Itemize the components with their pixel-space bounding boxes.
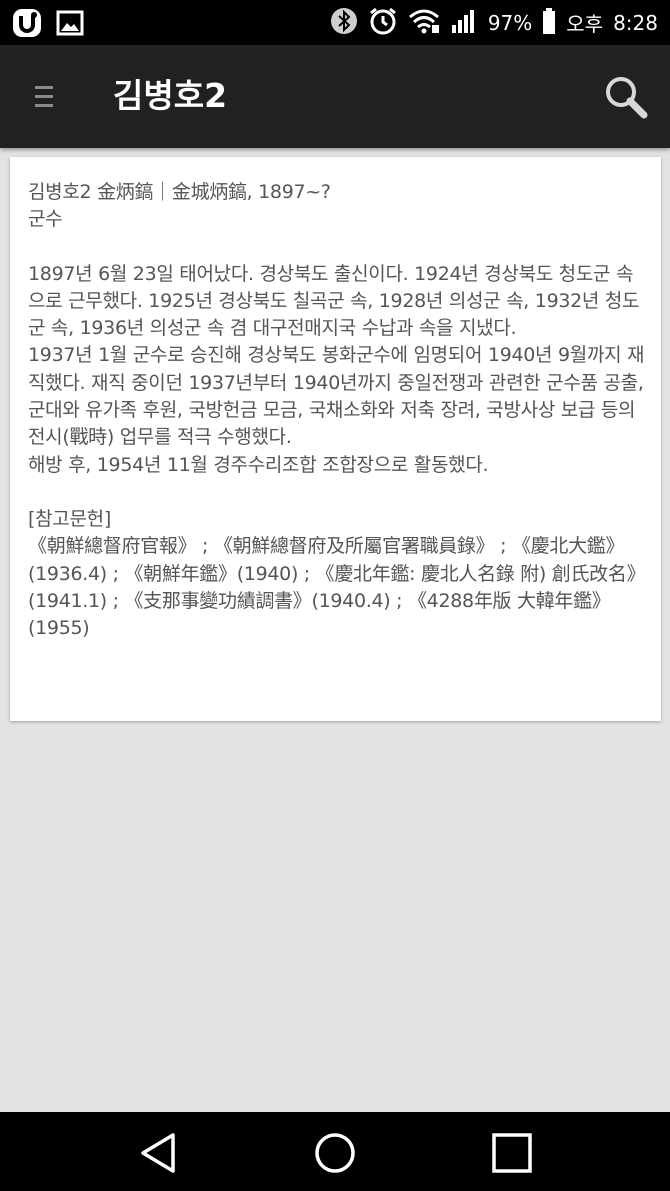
battery-icon bbox=[542, 7, 556, 39]
article-paragraph: 1897년 6월 23일 태어났다. 경상북도 출신이다. 1924년 경상북도… bbox=[28, 262, 640, 340]
search-button[interactable] bbox=[602, 73, 650, 121]
status-bar-left bbox=[12, 8, 84, 42]
alarm-icon bbox=[368, 6, 398, 40]
page-title: 김병호2 bbox=[113, 76, 228, 115]
article-heading: 김병호2 金炳鎬｜金城炳鎬, 1897~? bbox=[28, 181, 331, 203]
status-bar-right: 97% 오후 8:28 bbox=[330, 0, 658, 45]
menu-button[interactable] bbox=[30, 81, 62, 113]
recents-square-icon bbox=[489, 1133, 535, 1180]
article-content: 김병호2 金炳鎬｜金城炳鎬, 1897~? 군수 1897년 6월 23일 태어… bbox=[28, 179, 650, 642]
carrier-u-icon bbox=[12, 8, 42, 42]
home-button[interactable] bbox=[312, 1130, 358, 1176]
search-icon bbox=[602, 77, 650, 125]
back-button[interactable] bbox=[135, 1130, 181, 1176]
references-heading: [참고문헌] bbox=[28, 507, 111, 530]
article-card: 김병호2 金炳鎬｜金城炳鎬, 1897~? 군수 1897년 6월 23일 태어… bbox=[10, 157, 661, 721]
battery-percent: 97% bbox=[487, 10, 533, 35]
back-triangle-icon bbox=[135, 1133, 181, 1180]
wifi-icon bbox=[408, 7, 440, 39]
signal-icon bbox=[450, 7, 478, 39]
article-paragraph: 1937년 1월 군수로 승진해 경상북도 봉화군수에 임명되어 1940년 9… bbox=[28, 344, 645, 449]
bluetooth-icon bbox=[330, 7, 358, 39]
gallery-icon bbox=[56, 9, 84, 41]
home-circle-icon bbox=[312, 1133, 358, 1180]
time-period: 오후 bbox=[566, 12, 604, 36]
status-bar: 97% 오후 8:28 bbox=[0, 0, 670, 45]
navigation-bar bbox=[0, 1112, 670, 1191]
recents-button[interactable] bbox=[489, 1130, 535, 1176]
hamburger-menu-icon bbox=[30, 86, 62, 117]
article-subtitle: 군수 bbox=[28, 208, 63, 231]
article-paragraph: 해방 후, 1954년 11월 경주수리조합 조합장으로 활동했다. bbox=[28, 453, 489, 476]
references-text: 《朝鮮總督府官報》 ; 《朝鮮總督府及所屬官署職員錄》 ; 《慶北大鑑》(193… bbox=[28, 535, 646, 640]
app-bar: 김병호2 bbox=[0, 45, 670, 148]
clock-time: 8:28 bbox=[613, 10, 658, 35]
